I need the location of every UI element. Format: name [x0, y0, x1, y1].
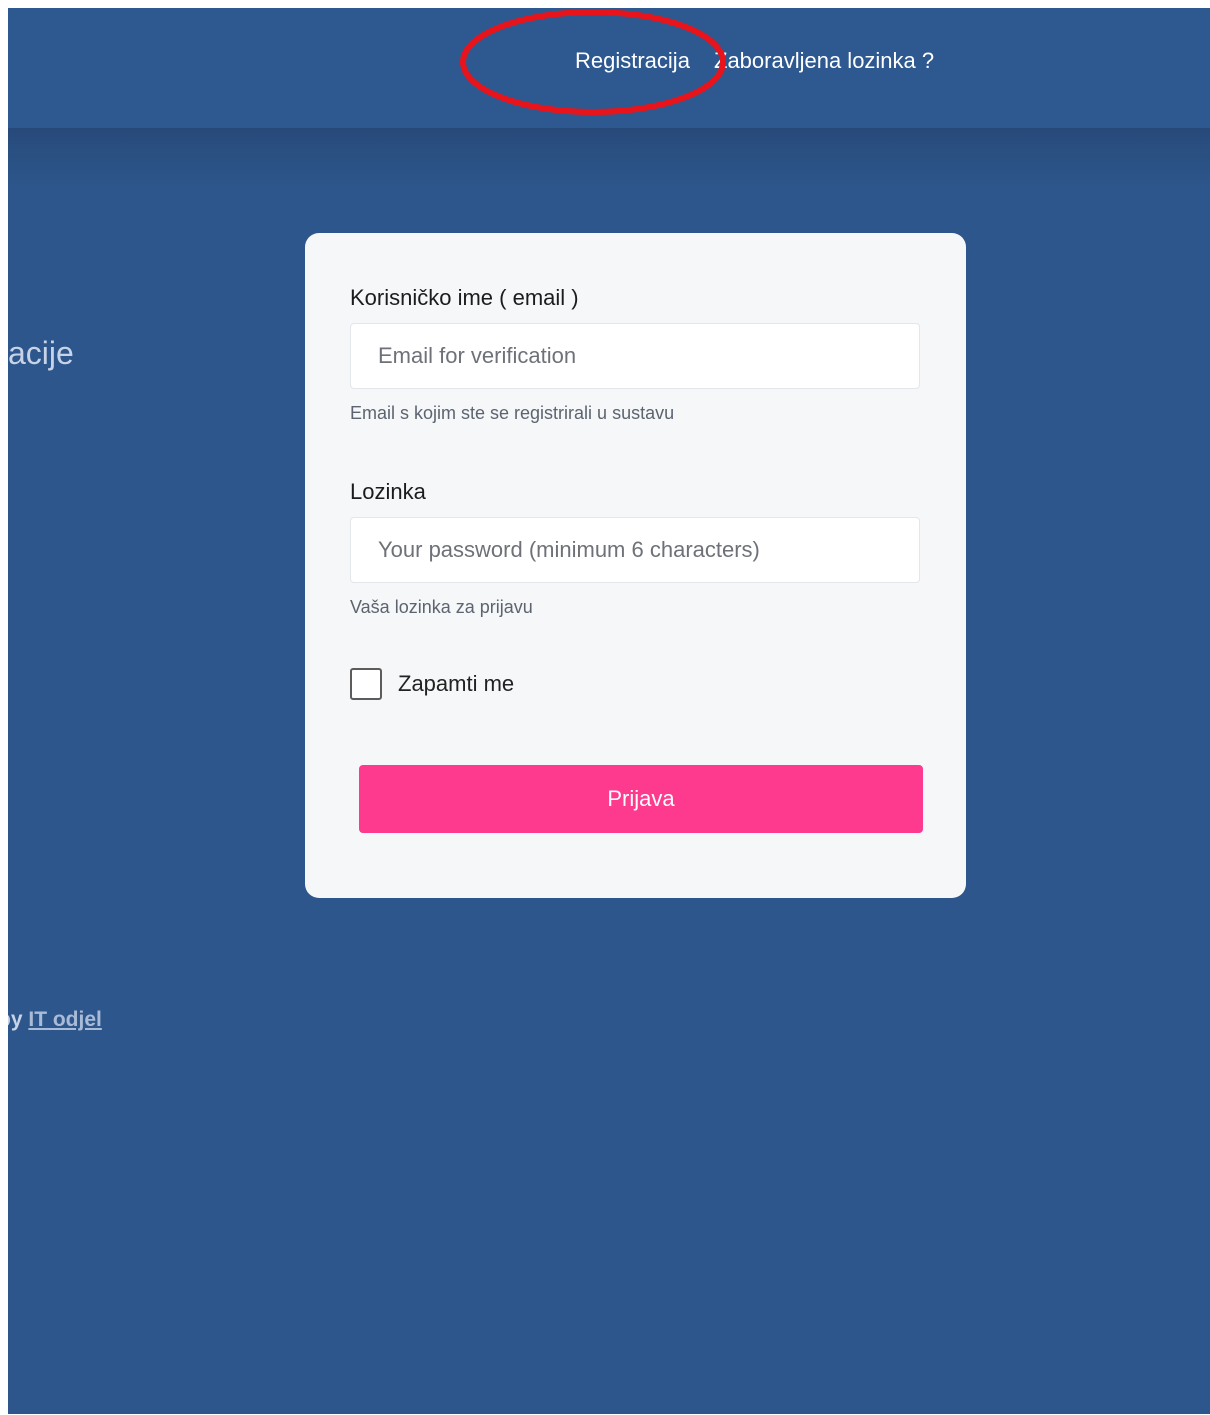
register-link[interactable]: Registracija [575, 48, 690, 74]
page-frame: Registracija Zaboravljena lozinka ? acij… [8, 8, 1210, 1414]
login-card: Korisničko ime ( email ) Email s kojim s… [305, 233, 966, 898]
login-button[interactable]: Prijava [359, 765, 923, 833]
password-hint: Vaša lozinka za prijavu [350, 597, 533, 617]
email-label: Korisničko ime ( email ) [350, 285, 579, 310]
footer-credit: by IT odjel [8, 1008, 102, 1032]
password-input[interactable] [350, 517, 920, 583]
remember-me-label: Zapamti me [398, 671, 515, 696]
remember-me-checkbox[interactable] [350, 668, 382, 700]
password-label: Lozinka [350, 479, 426, 504]
top-navigation-bar: Registracija Zaboravljena lozinka ? [8, 8, 1210, 128]
email-input[interactable] [350, 323, 920, 389]
footer-credit-prefix: by [8, 1008, 23, 1031]
topbar-shadow [8, 128, 1210, 188]
remember-me-option[interactable]: Zapamti me [350, 668, 514, 700]
side-partial-heading: acije [8, 335, 74, 371]
email-hint: Email s kojim ste se registrirali u sust… [350, 403, 675, 423]
it-department-link[interactable]: IT odjel [28, 1008, 102, 1031]
forgot-password-link[interactable]: Zaboravljena lozinka ? [714, 48, 934, 74]
